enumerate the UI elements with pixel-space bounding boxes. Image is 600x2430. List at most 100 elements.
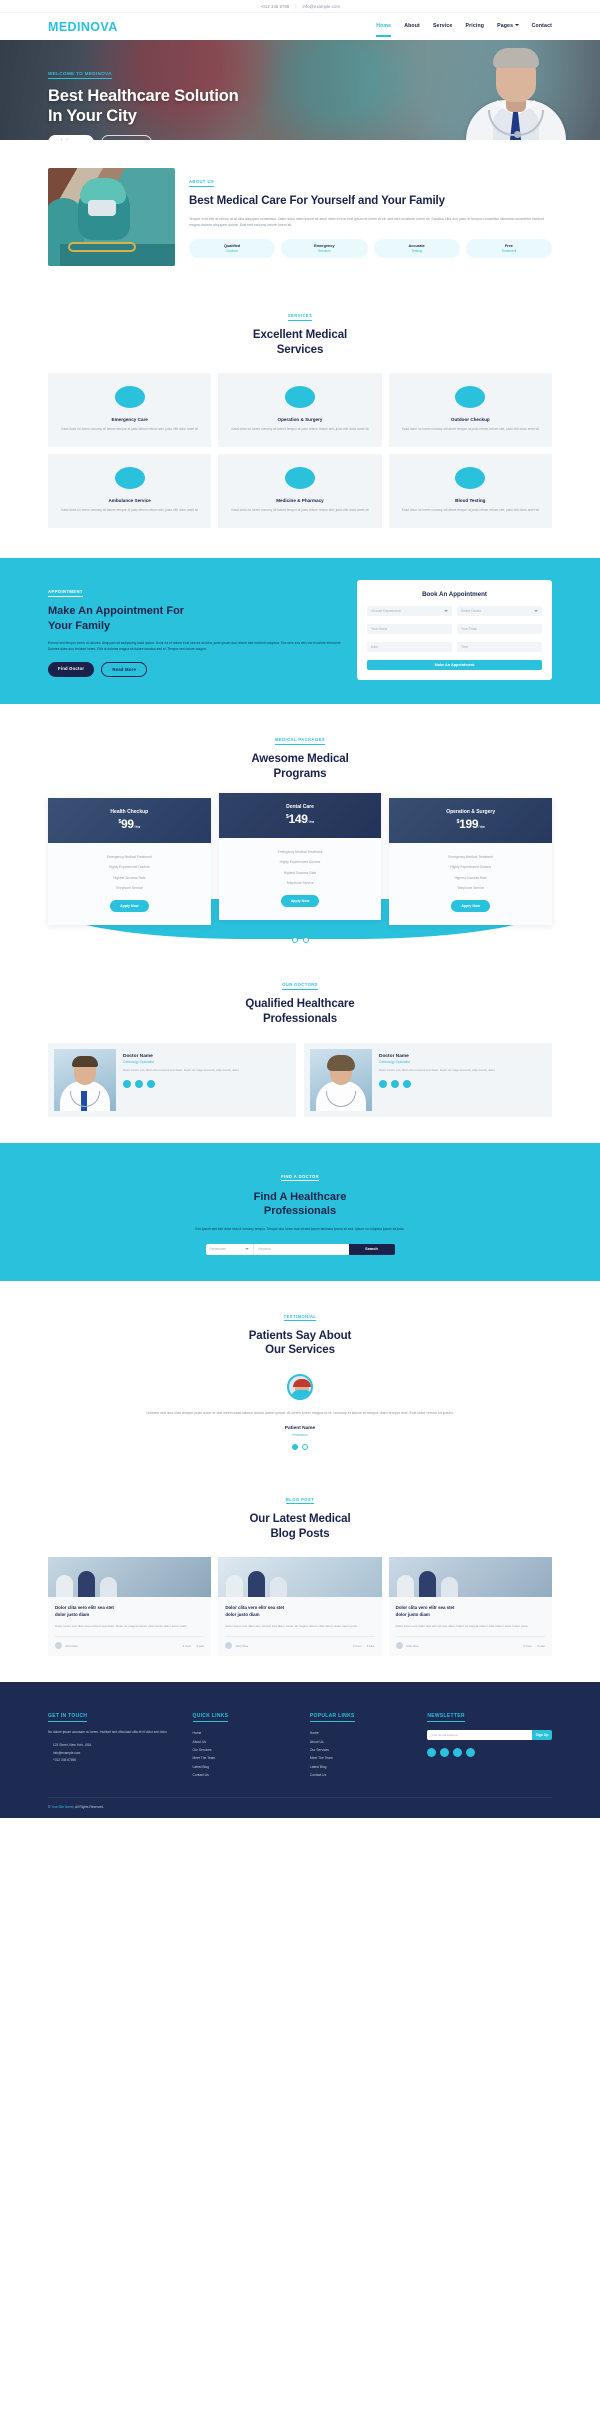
footer-plink-home[interactable]: Home — [310, 1729, 418, 1737]
pricing-card-header: Dental Care $149/ Year — [218, 792, 382, 838]
blog-image — [388, 1557, 552, 1598]
services-title-line1: Excellent Medical — [252, 329, 348, 341]
nav-item-home[interactable]: Home — [376, 23, 392, 37]
topbar-separator: | — [295, 3, 297, 9]
pricing-section: MEDICAL PACKAGES Awesome Medical Program… — [0, 704, 600, 951]
twitter-icon[interactable] — [123, 1079, 131, 1088]
find-department-select[interactable]: Department — [205, 1243, 253, 1255]
newsletter-signup-button[interactable]: Sign Up — [531, 1730, 552, 1741]
footer-link-home[interactable]: Home — [193, 1729, 301, 1737]
apply-now-button[interactable]: Apply Now — [451, 900, 490, 913]
doctor-desc: Dolor lorem eos diam duo eirmod sea diam… — [379, 1068, 495, 1073]
topbar-phone[interactable]: +012 345 6789 — [260, 4, 289, 9]
footer-link-contact[interactable]: Contact Us — [193, 1771, 301, 1779]
make-appointment-button[interactable]: Make An Appointment — [367, 660, 542, 671]
linkedin-icon[interactable] — [453, 1748, 463, 1758]
appointment-section: APPOINTMENT Make An Appointment For Your… — [0, 558, 600, 705]
instagram-icon[interactable] — [466, 1748, 476, 1758]
linkedin-icon[interactable] — [147, 1079, 155, 1088]
nav-item-pricing[interactable]: Pricing — [465, 23, 484, 31]
testimonial-carousel-dots — [48, 1443, 552, 1450]
appointment-paragraph: Eirmod sed tempor lorem ut dolores. Aliq… — [48, 640, 342, 652]
footer-heading: QUICK LINKS — [192, 1713, 229, 1723]
name-input[interactable]: Your Name — [367, 624, 452, 635]
footer-plink-contact[interactable]: Contact Us — [310, 1771, 418, 1779]
pricing-card[interactable]: Dental Care $149/ Year Emergency Medical… — [218, 792, 382, 921]
nav-item-service[interactable]: Service — [433, 23, 453, 31]
carousel-dot[interactable] — [292, 1443, 298, 1450]
footer-plink-team[interactable]: Meet The Team — [310, 1754, 418, 1762]
nav-item-about[interactable]: About — [404, 23, 420, 31]
pricing-card[interactable]: Health Checkup $99/ Year Emergency Medic… — [48, 797, 211, 926]
footer-link-services[interactable]: Our Services — [193, 1746, 301, 1754]
about-badges: Qualified Doctors Emergency Services Acc… — [189, 238, 552, 258]
blog-card[interactable]: Dolor clita vero elitr sea stet dolor jus… — [48, 1557, 212, 1657]
doctor-select[interactable]: Select Doctor — [457, 606, 542, 617]
find-search-button[interactable]: Search — [348, 1243, 395, 1255]
footer-heading: POPULAR LINKS — [309, 1713, 355, 1723]
footer-plink-services[interactable]: Our Services — [310, 1746, 418, 1754]
doctor-card[interactable]: Doctor Name Cardiology Specialist Dolor … — [48, 1042, 296, 1117]
footer-quick-links: QUICK LINKS Home About Us Our Services M… — [192, 1704, 301, 1779]
blog-image — [218, 1557, 382, 1598]
footer-link-blog[interactable]: Latest Blog — [193, 1763, 301, 1771]
appointment-read-more-button[interactable]: Read More — [101, 662, 148, 678]
apply-now-button[interactable]: Apply Now — [280, 895, 320, 908]
hero-find-doctor-button[interactable]: Find Doctor — [48, 135, 95, 140]
time-input[interactable]: Time — [457, 642, 542, 653]
doctor-card[interactable]: Doctor Name Cardiology Specialist Dolor … — [304, 1042, 552, 1117]
service-desc: Kasd dolor no lorem nonumy sit labore te… — [401, 427, 539, 432]
apply-now-button[interactable]: Apply Now — [110, 900, 149, 913]
find-keyword-input[interactable]: Keyword — [252, 1243, 349, 1255]
services-grid: Emergency Care Kasd dolor no lorem nonum… — [48, 373, 552, 529]
footer-text: No dolore ipsum accusam no lorem. Invidu… — [48, 1730, 167, 1735]
appointment-find-doctor-button[interactable]: Find Doctor — [48, 662, 95, 678]
linkedin-icon[interactable] — [403, 1079, 411, 1088]
brand-logo[interactable]: MEDINOVA — [48, 20, 118, 34]
blog-card[interactable]: Dolor clita vero elitr sea stet dolor jus… — [388, 1557, 552, 1657]
service-card[interactable]: Emergency Care Kasd dolor no lorem nonum… — [48, 373, 212, 448]
blog-card[interactable]: Dolor clita vero elitr sea stet dolor jus… — [218, 1557, 382, 1657]
blog-post-desc: Dolor lorem eos diam duo eirmod sea diam… — [55, 1623, 187, 1628]
ambulance-icon — [114, 467, 145, 490]
chevron-down-icon — [514, 24, 519, 27]
hero-title-line2: In Your City — [48, 107, 137, 126]
facebook-icon[interactable] — [440, 1748, 450, 1758]
hero-appointment-button[interactable]: Appointment — [101, 135, 153, 140]
footer-site-name-link[interactable]: Your Site Name — [51, 1805, 73, 1809]
pricing-card-header: Operation & Surgery $199/ Year — [389, 797, 552, 843]
topbar-email[interactable]: info@example.com — [303, 4, 341, 9]
blog-comments: 3 Com — [523, 1643, 532, 1648]
carousel-dot[interactable] — [302, 937, 309, 944]
facebook-icon[interactable] — [391, 1079, 399, 1088]
newsletter-email-input[interactable]: Your Email Address — [427, 1730, 532, 1741]
footer-popular-links: POPULAR LINKS Home About Us Our Services… — [309, 1704, 418, 1779]
footer-email[interactable]: info@example.com — [48, 1749, 184, 1757]
blog-title: Our Latest Medical Blog Posts — [48, 1512, 552, 1541]
carousel-dot[interactable] — [291, 937, 298, 944]
facebook-icon[interactable] — [135, 1079, 143, 1088]
department-select[interactable]: Choose Department — [367, 606, 452, 617]
service-card[interactable]: Outdoor Checkup Kasd dolor no lorem nonu… — [388, 373, 552, 448]
footer-plink-blog[interactable]: Latest Blog — [310, 1763, 418, 1771]
date-input[interactable]: Date — [367, 642, 452, 653]
service-card[interactable]: Ambulance Service Kasd dolor no lorem no… — [48, 454, 212, 529]
nav-item-contact[interactable]: Contact — [532, 23, 552, 31]
footer-link-team[interactable]: Meet The Team — [193, 1754, 301, 1762]
footer-link-about[interactable]: About Us — [193, 1737, 301, 1745]
twitter-icon[interactable] — [379, 1079, 387, 1088]
service-desc: Kasd dolor no lorem nonumy sit labore te… — [231, 427, 369, 432]
service-card[interactable]: Blood Testing Kasd dolor no lorem nonumy… — [388, 454, 552, 529]
nav-item-pages[interactable]: Pages — [497, 23, 519, 31]
service-card[interactable]: Medicine & Pharmacy Kasd dolor no lorem … — [218, 454, 382, 529]
pricing-card[interactable]: Operation & Surgery $199/ Year Emergency… — [389, 797, 552, 926]
service-card[interactable]: Operation & Surgery Kasd dolor no lorem … — [218, 373, 382, 448]
email-input[interactable]: Your Email — [457, 624, 542, 635]
pricing-card-header: Health Checkup $99/ Year — [48, 797, 211, 843]
blog-comments: 3 Com — [182, 1643, 192, 1648]
about-section: ABOUT US Best Medical Care For Yourself … — [0, 140, 600, 290]
footer-plink-about[interactable]: About Us — [310, 1737, 418, 1745]
footer-phone[interactable]: +012 345 67890 — [48, 1756, 184, 1764]
carousel-dot[interactable] — [302, 1443, 308, 1450]
twitter-icon[interactable] — [427, 1748, 437, 1758]
